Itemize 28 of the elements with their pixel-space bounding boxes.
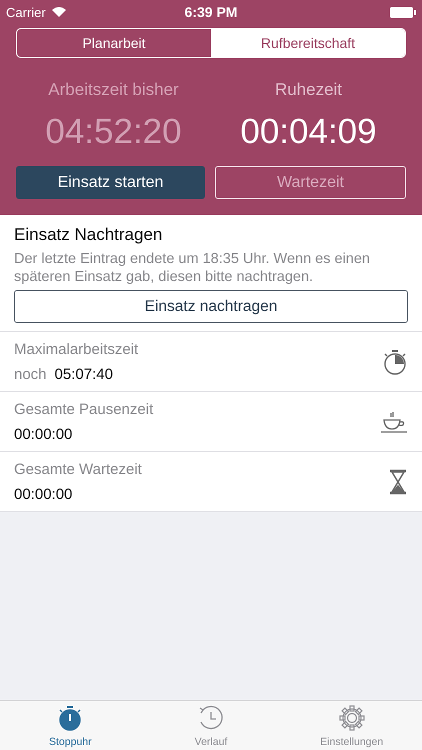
stat-value: 00:00:00 — [14, 486, 72, 502]
stopwatch-icon — [57, 704, 84, 732]
section-title: Einsatz Nachtragen — [14, 225, 164, 245]
timer-label: Ruhezeit — [274, 80, 342, 100]
settings-icon — [338, 704, 366, 732]
notice-text: Der letzte Eintrag endete um 18:35 Uhr. Wenn es einen späteren Einsatz gab, diesen bitte nachtragen. — [14, 250, 372, 286]
battery-icon — [390, 6, 416, 18]
stat-prefix: noch — [14, 366, 47, 382]
timer-label: Arbeitszeit bisher — [48, 80, 179, 100]
add-entry-button[interactable]: Einsatz nachtragen — [14, 290, 408, 323]
timer-value: 00:04:09 — [240, 112, 377, 152]
clock-time: 6:39 PM — [184, 4, 238, 20]
carrier-label: Carrier — [6, 4, 46, 20]
history-icon — [197, 704, 225, 732]
tab-bar-item[interactable]: Stoppuhr — [0, 701, 141, 750]
timer-value: 04:52:20 — [45, 112, 182, 152]
stopwatch-icon — [382, 348, 408, 376]
stat-label: Gesamte Pausenzeit — [14, 400, 154, 418]
wifi-icon — [52, 7, 66, 17]
segment-tab[interactable]: Rufbereitschaft — [211, 29, 405, 57]
stat-value: 00:00:00 — [14, 426, 72, 442]
stat-label: Maximalarbeitszeit — [14, 340, 138, 358]
start-button[interactable]: Einsatz starten — [16, 166, 205, 199]
stat-label: Gesamte Wartezeit — [14, 460, 142, 478]
segment-tab[interactable]: Planarbeit — [17, 29, 211, 57]
hourglass-icon — [388, 468, 408, 494]
stat-value: 05:07:40 — [54, 366, 113, 382]
cup-icon — [380, 410, 408, 434]
